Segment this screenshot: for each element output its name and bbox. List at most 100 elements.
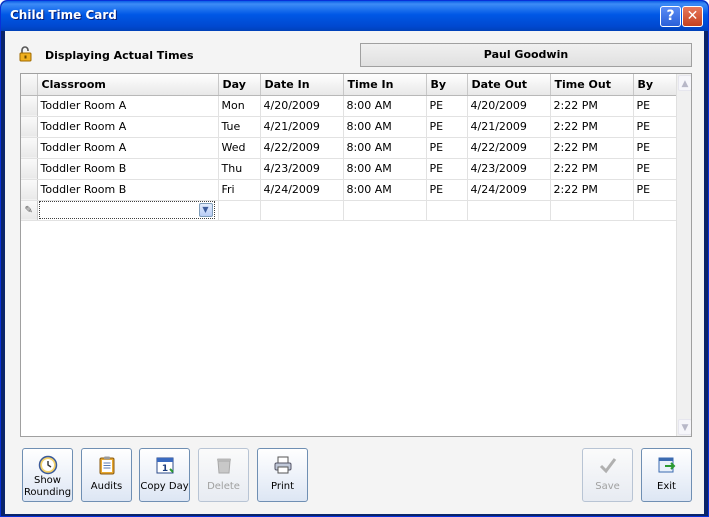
row-selector[interactable]: [21, 116, 38, 138]
audits-button[interactable]: Audits: [81, 448, 132, 502]
column-header-time-out[interactable]: Time Out: [550, 74, 634, 96]
cell-by-in[interactable]: PE: [426, 158, 468, 180]
cell-by-out[interactable]: PE: [633, 116, 677, 138]
scroll-up-icon[interactable]: ▲: [678, 75, 691, 91]
vertical-scrollbar[interactable]: ▲ ▼: [676, 74, 691, 436]
row-selector-editing[interactable]: ✎: [21, 200, 38, 221]
cell-by-in[interactable]: PE: [426, 137, 468, 159]
cell-time-out[interactable]: 2:22 PM: [550, 137, 634, 159]
exit-label: Exit: [657, 481, 676, 492]
save-label: Save: [595, 481, 620, 492]
column-header-by-in[interactable]: By: [426, 74, 468, 96]
column-header-date-out[interactable]: Date Out: [467, 74, 551, 96]
cell-day[interactable]: Fri: [218, 179, 261, 201]
row-selector[interactable]: [21, 179, 38, 201]
cell-time-in-new[interactable]: [343, 200, 427, 221]
cell-by-out[interactable]: PE: [633, 137, 677, 159]
column-header-day[interactable]: Day: [218, 74, 261, 96]
exit-button[interactable]: Exit: [641, 448, 692, 502]
cell-day[interactable]: Tue: [218, 116, 261, 138]
delete-button[interactable]: Delete: [198, 448, 249, 502]
cell-by-in-new[interactable]: [426, 200, 468, 221]
show-rounding-button[interactable]: Show Rounding: [22, 448, 73, 502]
table-row[interactable]: Toddler Room A Mon 4/20/2009 8:00 AM PE …: [21, 95, 677, 117]
cell-day[interactable]: Wed: [218, 137, 261, 159]
cell-classroom[interactable]: Toddler Room A: [37, 116, 219, 138]
child-time-card-window: Child Time Card ? ✕ Displaying Actual Ti…: [0, 0, 709, 517]
cell-classroom[interactable]: Toddler Room B: [37, 158, 219, 180]
cell-by-out[interactable]: PE: [633, 158, 677, 180]
cell-day[interactable]: Mon: [218, 95, 261, 117]
cell-time-in[interactable]: 8:00 AM: [343, 116, 427, 138]
cell-classroom[interactable]: Toddler Room A: [37, 95, 219, 117]
cell-time-out[interactable]: 2:22 PM: [550, 179, 634, 201]
cell-by-in[interactable]: PE: [426, 95, 468, 117]
close-button[interactable]: ✕: [682, 6, 703, 27]
save-button[interactable]: Save: [582, 448, 633, 502]
cell-date-out[interactable]: 4/24/2009: [467, 179, 551, 201]
cell-time-out[interactable]: 2:22 PM: [550, 95, 634, 117]
cell-classroom-new[interactable]: ▼: [37, 200, 219, 221]
classroom-dropdown[interactable]: ▼: [38, 201, 215, 219]
column-header-date-in[interactable]: Date In: [260, 74, 344, 96]
svg-text:1: 1: [162, 464, 168, 474]
row-selector[interactable]: [21, 95, 38, 117]
cell-date-out-new[interactable]: [467, 200, 551, 221]
cell-time-out[interactable]: 2:22 PM: [550, 116, 634, 138]
row-selector[interactable]: [21, 137, 38, 159]
cell-time-out[interactable]: 2:22 PM: [550, 158, 634, 180]
row-selector[interactable]: [21, 158, 38, 180]
cell-date-out[interactable]: 4/23/2009: [467, 158, 551, 180]
cell-by-out-new[interactable]: [633, 200, 677, 221]
print-button[interactable]: Print: [257, 448, 308, 502]
copy-day-label: Copy Day: [140, 481, 189, 492]
cell-date-in-new[interactable]: [260, 200, 344, 221]
cell-date-in[interactable]: 4/21/2009: [260, 116, 344, 138]
cell-date-in[interactable]: 4/24/2009: [260, 179, 344, 201]
cell-classroom[interactable]: Toddler Room A: [37, 137, 219, 159]
table-row[interactable]: Toddler Room A Tue 4/21/2009 8:00 AM PE …: [21, 116, 677, 138]
cell-by-in[interactable]: PE: [426, 179, 468, 201]
clock-icon: [38, 455, 58, 475]
cell-time-out-new[interactable]: [550, 200, 634, 221]
time-card-grid: Classroom Day Date In Time In By Date Ou…: [20, 73, 692, 437]
column-header-time-in[interactable]: Time In: [343, 74, 427, 96]
table-row[interactable]: Toddler Room B Thu 4/23/2009 8:00 AM PE …: [21, 158, 677, 180]
table-row[interactable]: Toddler Room B Fri 4/24/2009 8:00 AM PE …: [21, 179, 677, 201]
title-bar[interactable]: Child Time Card ? ✕: [1, 1, 708, 31]
cell-time-in[interactable]: 8:00 AM: [343, 137, 427, 159]
window-title: Child Time Card: [10, 8, 117, 22]
help-button[interactable]: ?: [660, 6, 681, 27]
cell-date-out[interactable]: 4/22/2009: [467, 137, 551, 159]
header-row: Classroom Day Date In Time In By Date Ou…: [21, 74, 677, 96]
cell-time-in[interactable]: 8:00 AM: [343, 95, 427, 117]
cell-by-out[interactable]: PE: [633, 179, 677, 201]
time-card-table: Classroom Day Date In Time In By Date Ou…: [21, 74, 677, 221]
cell-date-out[interactable]: 4/20/2009: [467, 95, 551, 117]
cell-by-in[interactable]: PE: [426, 116, 468, 138]
cell-by-out[interactable]: PE: [633, 95, 677, 117]
copy-day-button[interactable]: 1 Copy Day: [139, 448, 190, 502]
cell-day-new[interactable]: [218, 200, 261, 221]
cell-date-in[interactable]: 4/20/2009: [260, 95, 344, 117]
table-row[interactable]: Toddler Room A Wed 4/22/2009 8:00 AM PE …: [21, 137, 677, 159]
trash-can-icon: [217, 458, 231, 474]
print-label: Print: [270, 481, 294, 492]
delete-label: Delete: [207, 481, 240, 492]
cell-time-in[interactable]: 8:00 AM: [343, 158, 427, 180]
exit-door-icon: [658, 457, 676, 473]
column-header-classroom[interactable]: Classroom: [37, 74, 219, 96]
unlocked-padlock-icon: [19, 46, 32, 62]
new-entry-row[interactable]: ✎ ▼: [21, 200, 677, 221]
cell-day[interactable]: Thu: [218, 158, 261, 180]
scroll-down-icon[interactable]: ▼: [678, 419, 691, 435]
show-rounding-label: Show Rounding: [23, 475, 72, 498]
column-header-by-out[interactable]: By: [633, 74, 677, 96]
chevron-down-icon[interactable]: ▼: [198, 203, 213, 217]
cell-date-in[interactable]: 4/23/2009: [260, 158, 344, 180]
cell-date-in[interactable]: 4/22/2009: [260, 137, 344, 159]
cell-date-out[interactable]: 4/21/2009: [467, 116, 551, 138]
cell-classroom[interactable]: Toddler Room B: [37, 179, 219, 201]
cell-time-in[interactable]: 8:00 AM: [343, 179, 427, 201]
client-area: Displaying Actual Times Paul Goodwin Cla…: [5, 31, 704, 514]
